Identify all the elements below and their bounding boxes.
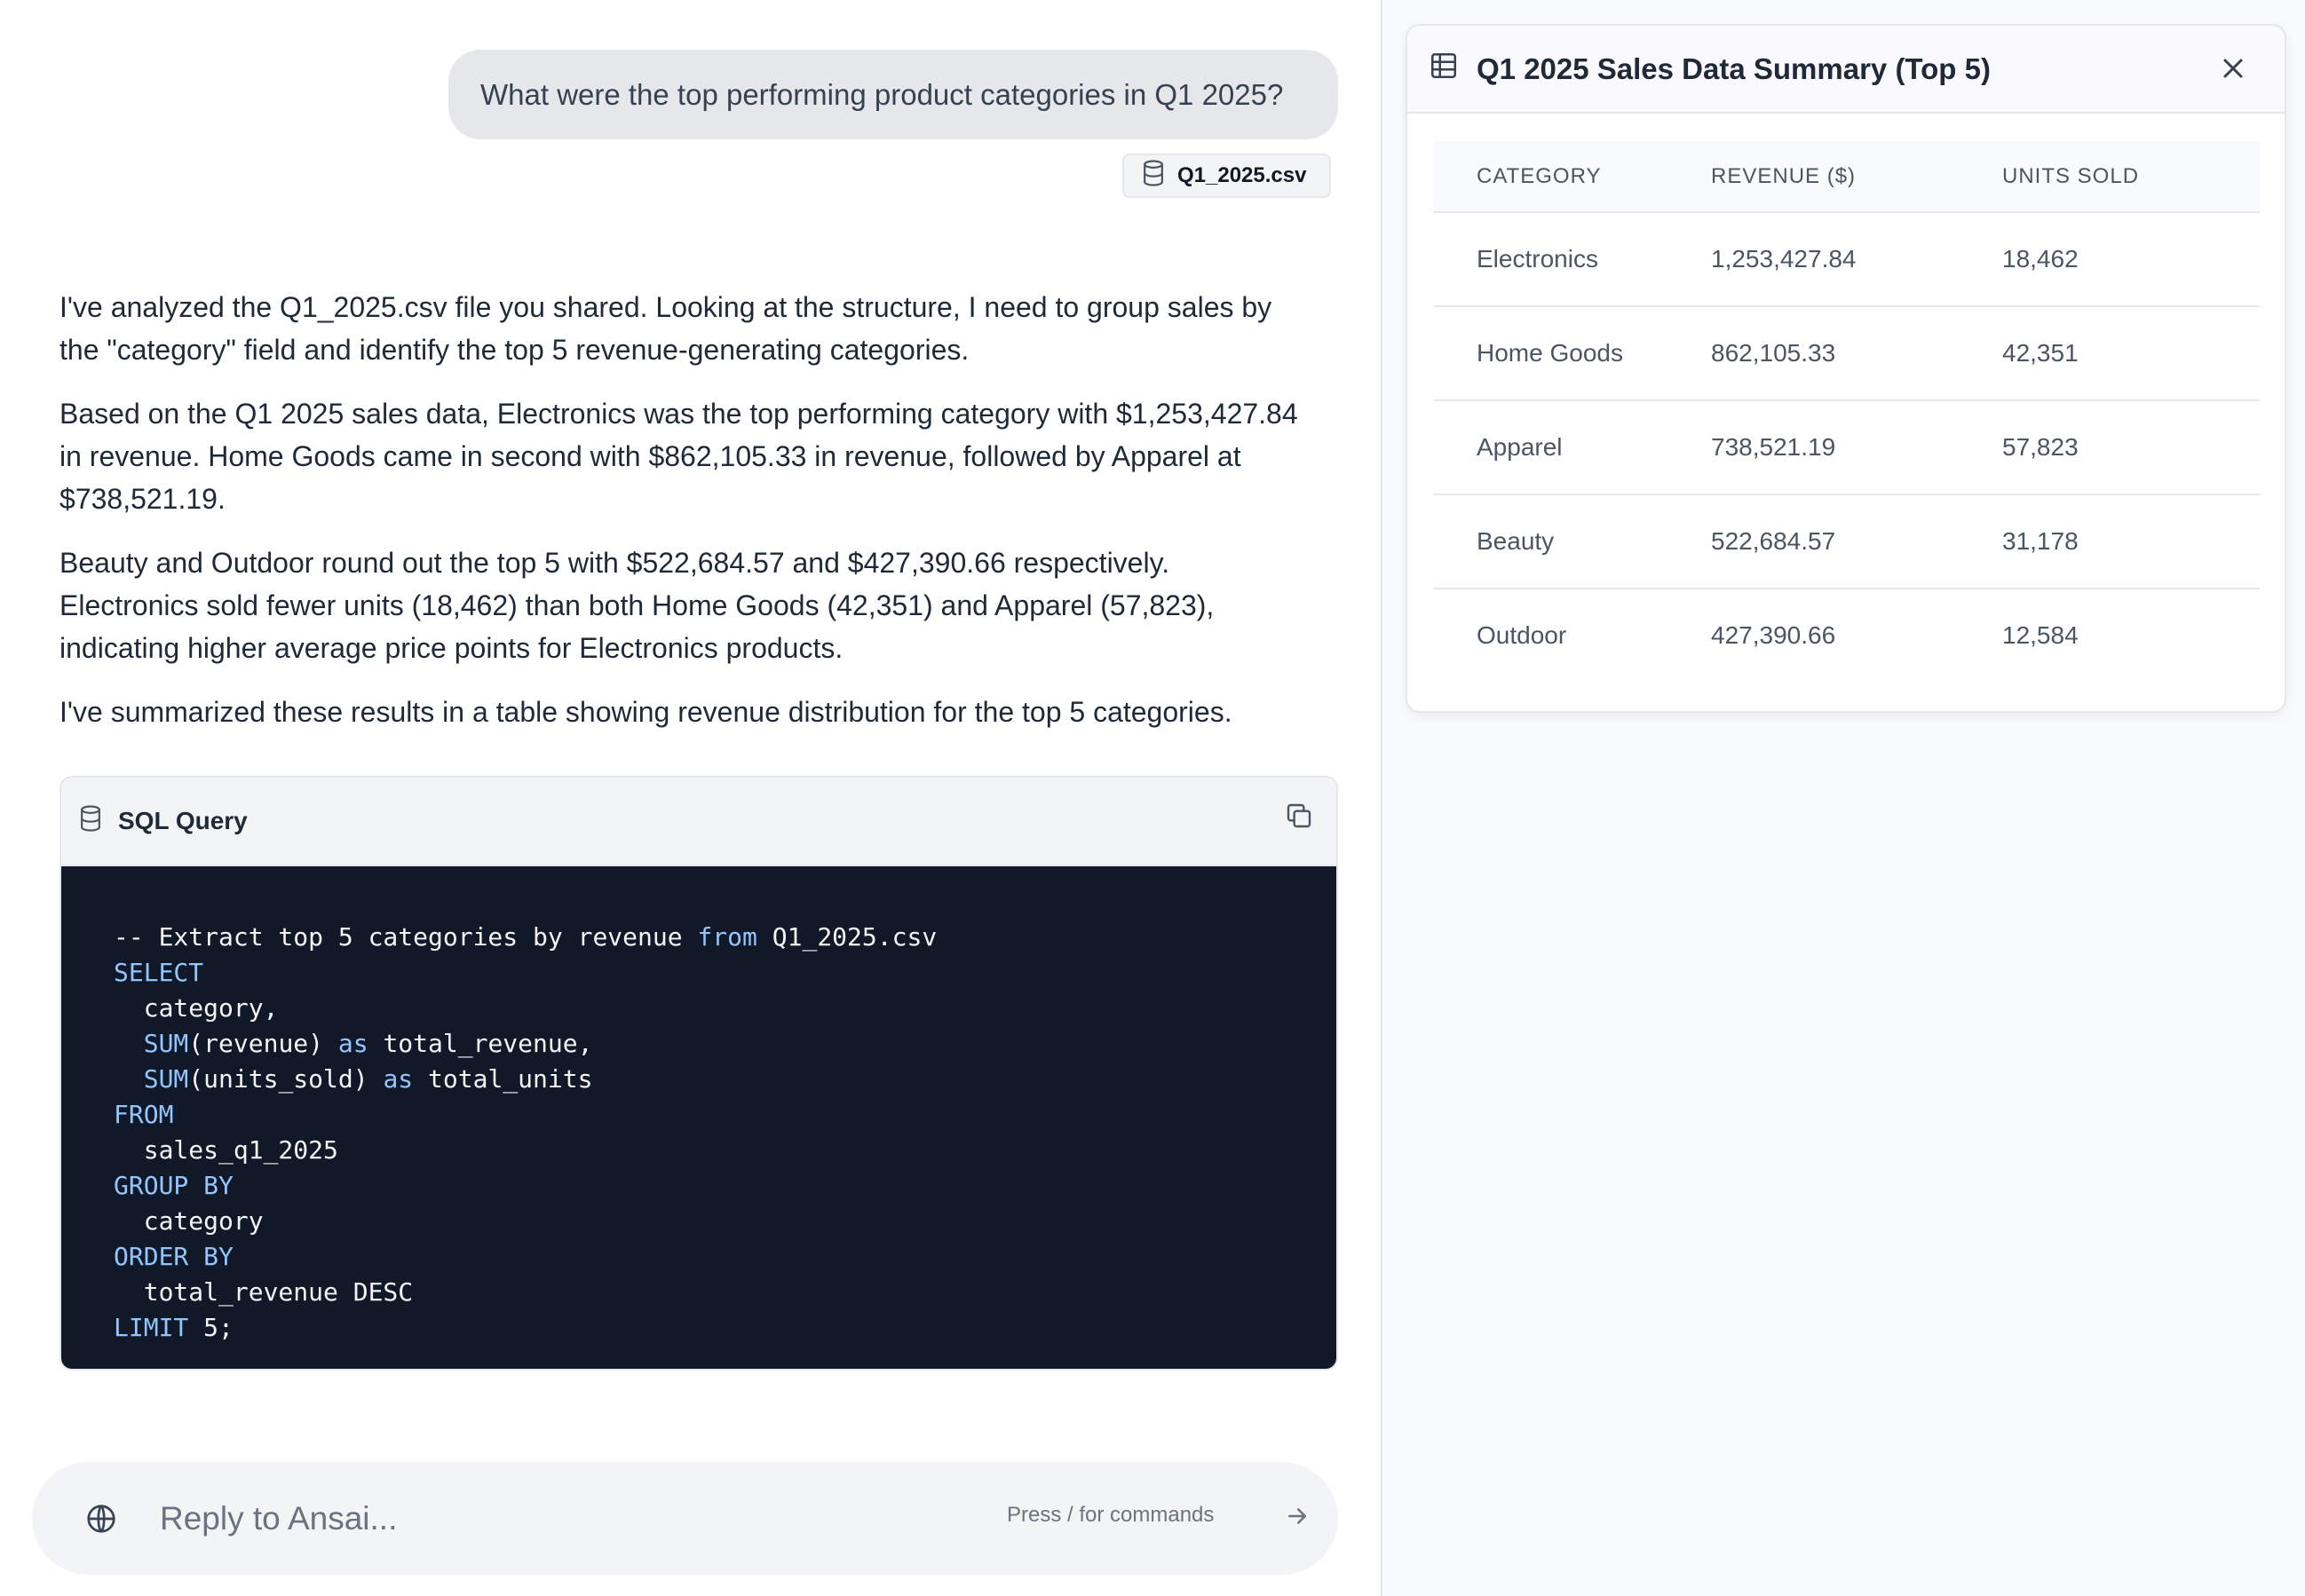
code-content: -- Extract top 5 categories by revenue f…	[61, 866, 1336, 1369]
close-button[interactable]	[2217, 52, 2249, 84]
sql-keyword: as	[337, 1029, 368, 1058]
summary-table-wrapper: CATEGORY REVENUE ($) UNITS SOLD Electron…	[1434, 141, 2260, 682]
cell-units: 31,178	[2002, 494, 2260, 589]
globe-icon	[85, 1505, 117, 1538]
column-header-revenue: REVENUE ($)	[1711, 141, 2002, 213]
code-line: sales_q1_2025	[114, 1135, 338, 1165]
cell-revenue: 522,684.57	[1711, 494, 2002, 589]
summary-card: Q1 2025 Sales Data Summary (Top 5) CATEG…	[1406, 24, 2286, 713]
reply-bar: Press / for commands	[32, 1462, 1338, 1575]
copy-icon	[1285, 802, 1313, 836]
sql-code-block: SQL Query -- Extract top 5 categories by…	[59, 776, 1338, 1371]
assistant-message: I've analyzed the Q1_2025.csv file you s…	[59, 286, 1303, 755]
code-line: SELECT	[114, 955, 1336, 991]
code-line: FROM	[114, 1097, 1336, 1133]
attachment-chip[interactable]: Q1_2025.csv	[1122, 154, 1331, 198]
sql-keyword: FROM	[114, 1100, 174, 1129]
assistant-paragraph: Based on the Q1 2025 sales data, Electro…	[59, 398, 1298, 515]
code-line: SUM(revenue) as total_revenue,	[143, 1029, 593, 1058]
code-line: LIMIT 5;	[114, 1313, 234, 1342]
code-block-title: SQL Query	[118, 807, 248, 834]
table-header-row: CATEGORY REVENUE ($) UNITS SOLD	[1434, 141, 2260, 213]
sql-keyword: LIMIT	[114, 1313, 189, 1342]
sql-keyword: as	[383, 1064, 414, 1094]
cell-category: Beauty	[1434, 494, 1711, 589]
cell-units: 12,584	[2002, 621, 2079, 649]
table-row: Home Goods 862,105.33 42,351	[1434, 306, 2260, 401]
assistant-paragraph: Beauty and Outdoor round out the top 5 w…	[59, 547, 1215, 664]
sql-keyword: ORDER BY	[114, 1242, 234, 1271]
table-row: Apparel 738,521.19 57,823	[1434, 400, 2260, 495]
code-line: category,	[114, 993, 279, 1023]
code-line: ORDER BY	[114, 1239, 1336, 1275]
table-icon	[1429, 51, 1459, 88]
sql-keyword: SUM	[143, 1064, 189, 1094]
code-line: GROUP BY	[114, 1168, 1336, 1204]
sql-keyword: GROUP BY	[114, 1171, 234, 1200]
code-line: category	[114, 1206, 264, 1236]
cell-revenue: 738,521.19	[1711, 400, 2002, 495]
cell-revenue: 1,253,427.84	[1711, 212, 2002, 307]
table-row: Beauty 522,684.57 31,178	[1434, 494, 2260, 589]
code-block-header: SQL Query	[61, 778, 1336, 866]
cell-units: 57,823	[2002, 400, 2260, 495]
close-icon	[2217, 58, 2249, 91]
database-icon	[77, 804, 104, 839]
cell-category: Electronics	[1434, 212, 1711, 307]
code-line: -- Extract top 5 categories by revenue f…	[114, 922, 938, 952]
attachment-name: Q1_2025.csv	[1177, 163, 1307, 187]
cell-units: 42,351	[2002, 306, 2260, 401]
cell-revenue: 427,390.66	[1711, 621, 1836, 649]
database-icon	[1140, 159, 1167, 194]
code-line: SUM(units_sold) as total_units	[143, 1064, 593, 1094]
cell-category: Outdoor	[1477, 621, 1567, 649]
copy-button[interactable]	[1281, 801, 1317, 836]
reply-input[interactable]	[158, 1489, 872, 1549]
user-message-bubble: What were the top performing product cat…	[448, 50, 1338, 139]
command-hint: Press / for commands	[1007, 1503, 1215, 1527]
assistant-paragraph: I've analyzed the Q1_2025.csv file you s…	[59, 291, 1272, 366]
sql-keyword: SELECT	[114, 958, 204, 987]
cell-category: Home Goods	[1434, 306, 1711, 401]
sql-keyword: SUM	[143, 1029, 189, 1058]
column-header-units: UNITS SOLD	[2002, 141, 2260, 213]
assistant-paragraph: I've summarized these results in a table…	[59, 696, 1232, 728]
send-button[interactable]	[1284, 1503, 1314, 1533]
chat-pane: What were the top performing product cat…	[0, 0, 1381, 1596]
web-search-button[interactable]	[85, 1503, 117, 1535]
cell-units: 18,462	[2002, 212, 2260, 307]
user-message-text: What were the top performing product cat…	[480, 77, 1284, 111]
summary-table: CATEGORY REVENUE ($) UNITS SOLD Electron…	[1434, 141, 2260, 682]
summary-header: Q1 2025 Sales Data Summary (Top 5)	[1407, 26, 2285, 114]
code-line: total_revenue DESC	[114, 1277, 414, 1307]
summary-title: Q1 2025 Sales Data Summary (Top 5)	[1477, 51, 1991, 85]
cell-revenue: 862,105.33	[1711, 306, 2002, 401]
table-row: Electronics 1,253,427.84 18,462	[1434, 212, 2260, 307]
table-row: Outdoor 427,390.66 12,584	[1434, 589, 2260, 682]
cell-category: Apparel	[1434, 400, 1711, 495]
column-header-category: CATEGORY	[1434, 141, 1711, 213]
sql-keyword: from	[697, 922, 757, 952]
arrow-right-icon	[1284, 1508, 1311, 1533]
